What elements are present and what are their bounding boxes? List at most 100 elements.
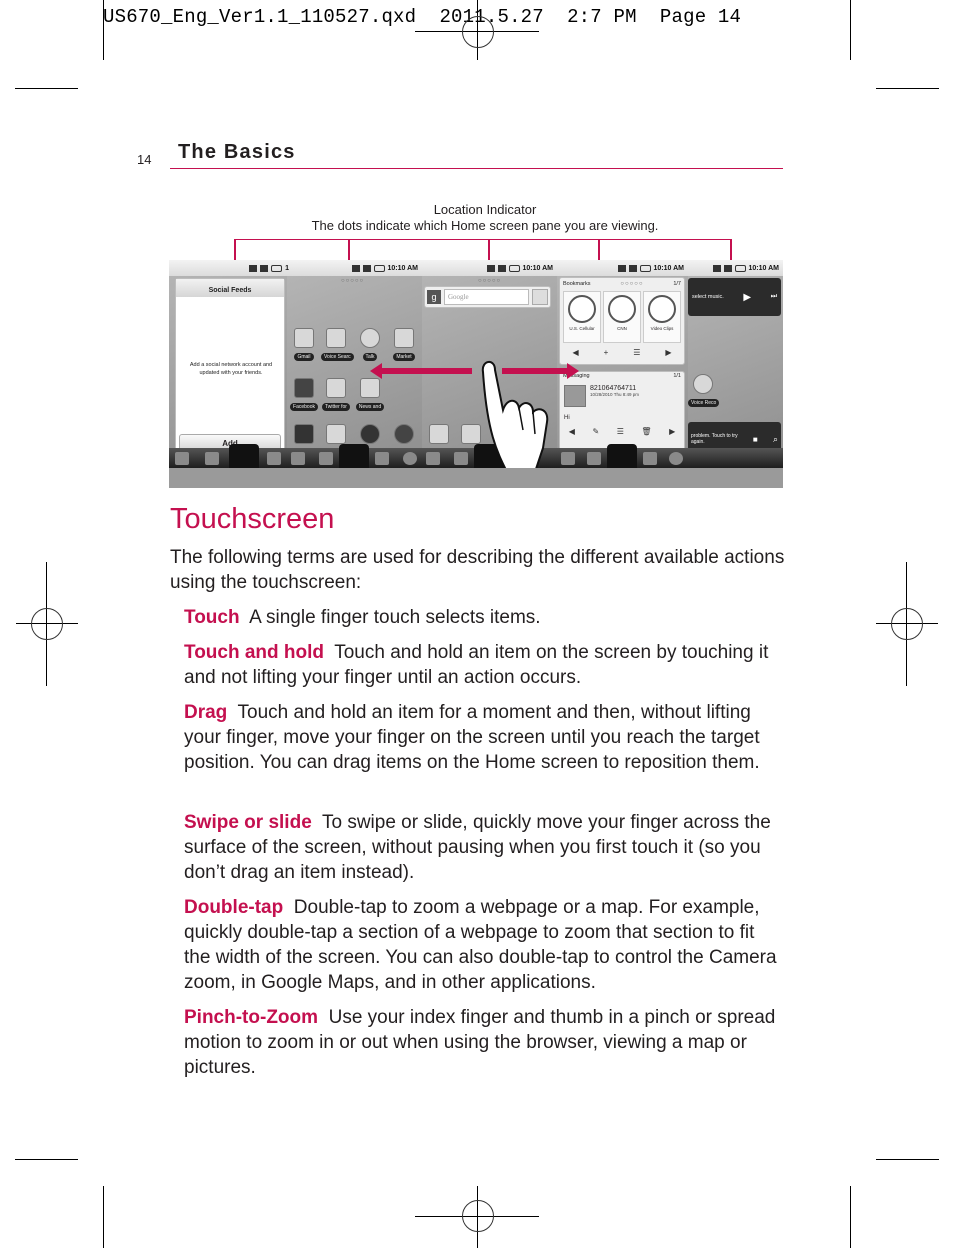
arrow-head-right-icon	[567, 363, 579, 379]
phone-icon	[175, 452, 189, 465]
battery-icon	[271, 264, 283, 272]
message-sender: 821064764711	[590, 385, 637, 392]
network-icon	[249, 264, 258, 272]
app-news: News and	[355, 378, 385, 416]
app-facebook: Facebook	[289, 378, 319, 416]
registration-circle	[462, 16, 494, 48]
crop-mark	[850, 1186, 851, 1248]
contacts-icon	[319, 452, 333, 465]
status-text: 1	[285, 264, 289, 272]
term-description: Touch and hold an item for a moment and …	[184, 702, 760, 773]
microphone-icon[interactable]	[532, 289, 548, 305]
google-search-widget: g Google	[424, 286, 551, 308]
music-note-icon	[326, 424, 346, 444]
home-pane-5: select music. ▶ ⏭ Voice Reco problem. To…	[688, 276, 783, 468]
globe-icon	[568, 295, 596, 323]
social-feeds-message: Add a social network account and	[189, 362, 273, 368]
term-definition: Drag Touch and hold an item for a moment…	[184, 700, 784, 775]
phone-icon	[291, 452, 305, 465]
registration-circle	[891, 608, 923, 640]
status-bar: 10:10 AM	[557, 260, 688, 276]
video-camera-icon[interactable]: ■	[753, 435, 758, 444]
term-description: A single finger touch selects items.	[249, 607, 541, 628]
calendar-icon	[429, 424, 449, 444]
google-logo-icon: g	[427, 290, 441, 304]
term-definition: Swipe or slide To swipe or slide, quickl…	[184, 810, 784, 885]
battery-icon	[639, 264, 651, 272]
mycontacts-icon	[294, 424, 314, 444]
crop-mark	[103, 0, 104, 60]
skip-forward-icon[interactable]: ⏭	[771, 293, 777, 301]
microphone-icon	[326, 328, 346, 348]
bookmark-item[interactable]: U.S. Cellular	[563, 291, 601, 343]
swipe-arrow-left	[382, 368, 472, 374]
contacts-icon	[205, 452, 219, 465]
browser-icon	[403, 452, 417, 465]
news-icon	[360, 378, 380, 398]
bookmark-item[interactable]: Video Clips	[643, 291, 681, 343]
term-label: Double-tap	[184, 897, 284, 918]
phone-icon	[426, 452, 440, 465]
home-screens-figure: 1 10:10 AM 10:10 AM 10:10 AM 10:10 AM So…	[169, 260, 783, 488]
delete-icon[interactable]: 🗑	[641, 427, 651, 436]
globe-icon	[608, 295, 636, 323]
error-text: again.	[691, 439, 705, 445]
messaging-icon	[375, 452, 389, 465]
play-icon[interactable]: ▶	[743, 292, 751, 303]
registration-circle	[31, 608, 63, 640]
android-avatar-icon	[564, 385, 586, 407]
app-drawer-button	[229, 444, 259, 468]
app-market: Market	[389, 328, 419, 366]
messaging-icon	[643, 452, 657, 465]
bookmark-item[interactable]: CNN	[603, 291, 641, 343]
gmail-icon	[294, 328, 314, 348]
registration-circle	[462, 1200, 494, 1232]
crop-mark	[876, 88, 939, 89]
social-feeds-widget: Social Feeds Add a social network accoun…	[175, 278, 285, 458]
bookmarks-title: Bookmarks	[563, 281, 591, 287]
network-icon	[486, 264, 495, 272]
compose-icon[interactable]: ✎	[592, 427, 599, 436]
dock	[557, 444, 688, 468]
intro-paragraph: The following terms are used for describ…	[170, 547, 785, 593]
previous-icon[interactable]: ◀	[572, 348, 578, 357]
list-icon[interactable]: ☰	[633, 348, 640, 357]
crop-mark	[876, 1159, 939, 1160]
message-body: Hi	[564, 415, 570, 421]
location-dots: ○○○○○	[478, 278, 502, 284]
add-icon[interactable]: +	[604, 348, 609, 357]
contacts-icon	[454, 452, 468, 465]
search-icon[interactable]: ⌕	[773, 434, 778, 445]
crop-mark	[15, 88, 78, 89]
term-definition: Double-tap Double-tap to zoom a webpage …	[184, 895, 784, 995]
phone-icon	[561, 452, 575, 465]
previous-icon[interactable]: ◀	[569, 427, 575, 436]
term-label: Touch	[184, 607, 240, 628]
signal-icon	[628, 264, 637, 272]
home-pane-1: Social Feeds Add a social network accoun…	[169, 276, 287, 468]
message-time: 10/28/2010 Thu 8:49 pm	[590, 392, 639, 397]
list-icon[interactable]: ☰	[617, 427, 624, 436]
compass-icon	[360, 424, 380, 444]
indicator-bracket	[234, 239, 732, 240]
talk-icon	[360, 328, 380, 348]
status-time: 10:10 AM	[653, 264, 684, 272]
section-title: The Basics	[178, 141, 296, 163]
next-icon[interactable]: ▶	[665, 348, 671, 357]
app-voice-recorder: Voice Reco	[688, 374, 720, 412]
header-rule	[170, 168, 783, 169]
dock	[287, 444, 422, 468]
music-widget: select music. ▶ ⏭	[688, 278, 781, 316]
term-label: Swipe or slide	[184, 812, 312, 833]
globe-icon	[648, 295, 676, 323]
battery-icon	[508, 264, 520, 272]
network-icon	[712, 264, 721, 272]
next-icon[interactable]: ▶	[669, 427, 675, 436]
social-feeds-message: updated with your friends.	[199, 370, 263, 376]
browser-icon	[669, 452, 683, 465]
status-bar: 10:10 AM	[422, 260, 557, 276]
term-definition: Pinch-to-Zoom Use your index finger and …	[184, 1005, 784, 1080]
crop-mark	[15, 1159, 78, 1160]
google-search-input[interactable]: Google	[444, 289, 529, 305]
music-status: select music.	[692, 294, 724, 300]
